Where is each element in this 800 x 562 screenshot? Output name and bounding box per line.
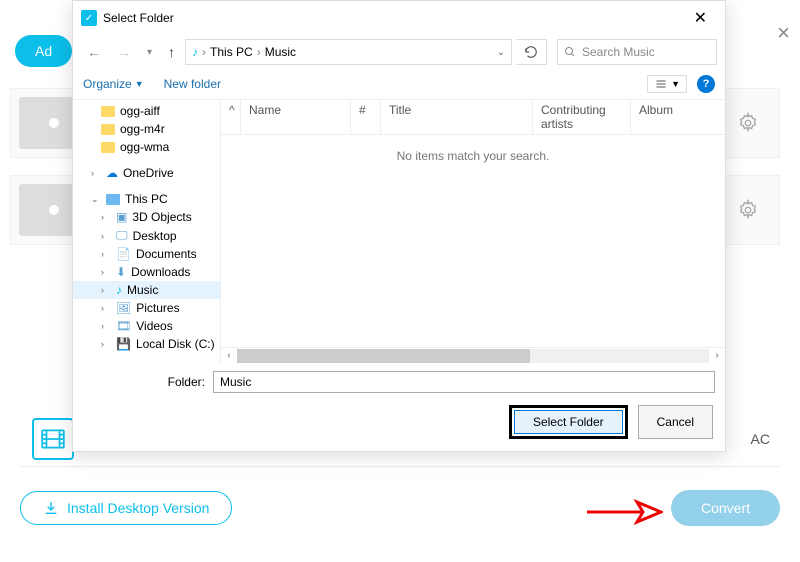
disk-icon: 💾 bbox=[116, 337, 131, 351]
annotation-arrow bbox=[585, 498, 663, 526]
tree-item-3d-objects[interactable]: ›▣3D Objects bbox=[73, 208, 220, 226]
dialog-title: Select Folder bbox=[103, 11, 174, 25]
folder-input[interactable] bbox=[213, 371, 715, 393]
close-icon[interactable]: ✕ bbox=[684, 6, 717, 30]
dialog-nav: ← → ▾ ↑ ♪ › This PC › Music ⌄ Search Mus… bbox=[73, 35, 725, 69]
scroll-right-icon[interactable]: › bbox=[709, 350, 725, 361]
list-header[interactable]: ^ Name # Title Contributing artists Albu… bbox=[221, 100, 725, 135]
forward-icon: → bbox=[111, 40, 137, 64]
empty-message: No items match your search. bbox=[221, 135, 725, 177]
app-close-icon[interactable]: × bbox=[777, 20, 790, 46]
objects3d-icon: ▣ bbox=[116, 210, 127, 224]
bottom-bar: Install Desktop Version Convert bbox=[20, 490, 780, 526]
up-icon[interactable]: ↑ bbox=[162, 40, 181, 64]
tree-item-onedrive[interactable]: ›☁OneDrive bbox=[73, 164, 220, 182]
recent-dropdown-icon[interactable]: ▾ bbox=[141, 43, 158, 62]
cancel-button[interactable]: Cancel bbox=[638, 405, 713, 439]
tree-item-ogg-wma[interactable]: ogg-wma bbox=[73, 138, 220, 156]
search-input[interactable]: Search Music bbox=[557, 39, 717, 65]
folder-tree[interactable]: ogg-aiff ogg-m4r ogg-wma ›☁OneDrive ⌄Thi… bbox=[73, 100, 221, 363]
select-folder-button[interactable]: Select Folder bbox=[514, 410, 623, 434]
tree-item-local-disk[interactable]: ›💾Local Disk (C:) bbox=[73, 335, 220, 353]
videos-icon: 🎞 bbox=[116, 319, 131, 333]
back-icon[interactable]: ← bbox=[81, 40, 107, 64]
breadcrumb-root[interactable]: This PC bbox=[210, 45, 253, 59]
expand-icon[interactable]: › bbox=[91, 168, 101, 178]
folder-icon bbox=[101, 106, 115, 117]
view-mode-button[interactable]: ▼ bbox=[647, 75, 687, 93]
scroll-left-icon[interactable]: ‹ bbox=[221, 350, 237, 361]
folder-icon bbox=[101, 124, 115, 135]
tree-item-documents[interactable]: ›📄Documents bbox=[73, 245, 220, 263]
tree-item-downloads[interactable]: ›⬇Downloads bbox=[73, 263, 220, 281]
dialog-toolbar: Organize▼ New folder ▼ ? bbox=[73, 69, 725, 100]
column-number[interactable]: # bbox=[351, 100, 381, 134]
download-icon bbox=[43, 500, 59, 516]
organize-menu[interactable]: Organize▼ bbox=[83, 77, 144, 91]
pc-icon bbox=[106, 194, 120, 205]
dialog-titlebar: ✓ Select Folder ✕ bbox=[73, 1, 725, 35]
tree-item-ogg-aiff[interactable]: ogg-aiff bbox=[73, 102, 220, 120]
column-title[interactable]: Title bbox=[381, 100, 533, 134]
install-desktop-button[interactable]: Install Desktop Version bbox=[20, 491, 232, 525]
tree-item-this-pc[interactable]: ⌄This PC bbox=[73, 190, 220, 208]
video-format-icon[interactable] bbox=[32, 418, 74, 460]
add-button[interactable]: Ad bbox=[15, 35, 72, 67]
tree-item-ogg-m4r[interactable]: ogg-m4r bbox=[73, 120, 220, 138]
downloads-icon: ⬇ bbox=[116, 265, 126, 279]
help-icon[interactable]: ? bbox=[697, 75, 715, 93]
breadcrumb[interactable]: ♪ › This PC › Music ⌄ bbox=[185, 39, 512, 65]
app-icon: ✓ bbox=[81, 10, 97, 26]
folder-label: Folder: bbox=[83, 375, 213, 389]
tree-item-desktop[interactable]: ›🖵Desktop bbox=[73, 226, 220, 245]
sort-indicator[interactable]: ^ bbox=[221, 100, 241, 134]
gear-icon[interactable] bbox=[737, 112, 759, 134]
tree-item-music[interactable]: ›♪Music bbox=[73, 281, 220, 299]
collapse-icon[interactable]: ⌄ bbox=[91, 194, 101, 205]
music-icon: ♪ bbox=[192, 45, 198, 59]
dialog-buttons: Select Folder Cancel bbox=[73, 397, 725, 451]
tree-item-videos[interactable]: ›🎞Videos bbox=[73, 317, 220, 335]
column-artists[interactable]: Contributing artists bbox=[533, 100, 631, 134]
desktop-icon: 🖵 bbox=[116, 228, 128, 243]
pictures-icon: 🖼 bbox=[116, 301, 131, 315]
horizontal-scrollbar[interactable]: ‹ › bbox=[221, 347, 725, 363]
folder-row: Folder: bbox=[73, 363, 725, 397]
scroll-track[interactable] bbox=[237, 349, 709, 363]
cloud-icon: ☁ bbox=[106, 166, 118, 180]
file-list: ^ Name # Title Contributing artists Albu… bbox=[221, 100, 725, 363]
refresh-icon[interactable] bbox=[516, 39, 547, 65]
documents-icon: 📄 bbox=[116, 247, 131, 261]
chevron-down-icon[interactable]: ⌄ bbox=[497, 47, 505, 58]
convert-button[interactable]: Convert bbox=[671, 490, 780, 526]
scroll-thumb[interactable] bbox=[237, 349, 530, 363]
tree-item-pictures[interactable]: ›🖼Pictures bbox=[73, 299, 220, 317]
select-folder-dialog: ✓ Select Folder ✕ ← → ▾ ↑ ♪ › This PC › … bbox=[72, 0, 726, 452]
folder-icon bbox=[101, 142, 115, 153]
format-ac-label: AC bbox=[751, 431, 770, 447]
column-album[interactable]: Album bbox=[631, 100, 725, 134]
new-folder-button[interactable]: New folder bbox=[164, 77, 221, 91]
music-icon: ♪ bbox=[116, 283, 122, 297]
column-name[interactable]: Name bbox=[241, 100, 351, 134]
breadcrumb-current[interactable]: Music bbox=[265, 45, 296, 59]
annotation-highlight: Select Folder bbox=[509, 405, 628, 439]
search-icon bbox=[564, 46, 576, 58]
gear-icon[interactable] bbox=[737, 199, 759, 221]
